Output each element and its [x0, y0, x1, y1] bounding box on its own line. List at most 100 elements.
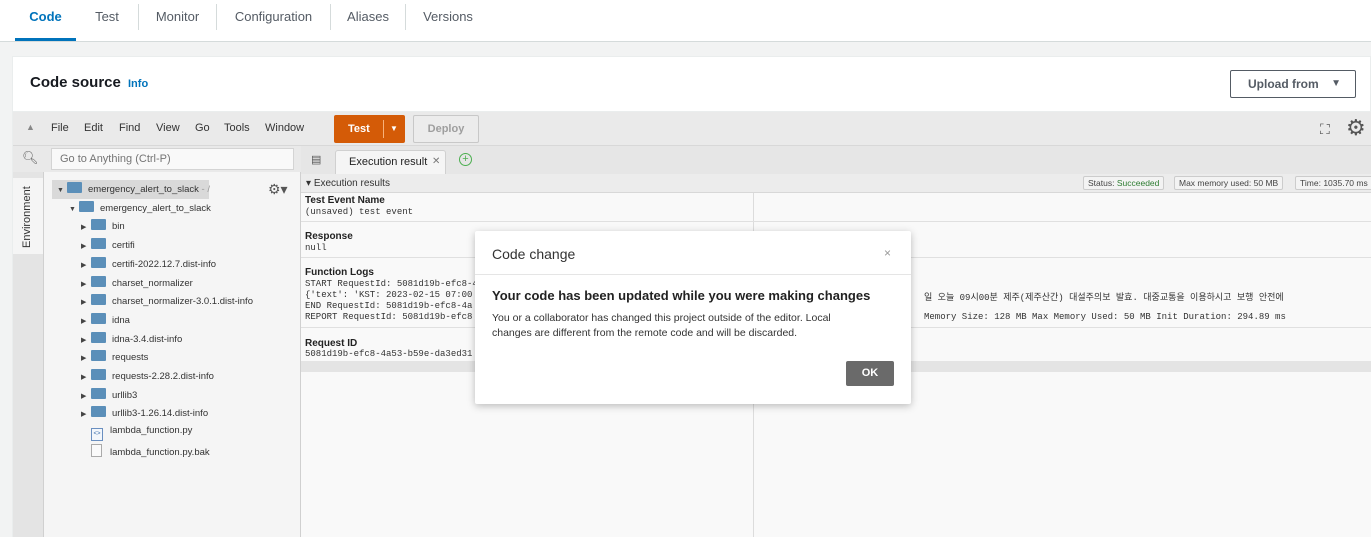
tree-collapsed-icon[interactable]: ▶: [81, 336, 91, 344]
info-link[interactable]: Info: [128, 78, 148, 90]
tree-item[interactable]: ▶ charset_normalizer-3.0.1.dist-info: [81, 294, 253, 312]
collapse-menu-icon[interactable]: ▲: [26, 122, 35, 132]
menu-find[interactable]: Find: [119, 122, 140, 134]
tree-collapsed-icon[interactable]: ▶: [81, 354, 91, 362]
menu-go[interactable]: Go: [195, 122, 210, 134]
status-label: Status:: [1088, 178, 1115, 188]
tab-monitor[interactable]: Monitor: [139, 0, 216, 41]
upload-from-label: Upload from: [1248, 77, 1319, 91]
tree-item-label: lambda_function.py.bak: [110, 446, 210, 458]
row-divider: [301, 221, 1371, 222]
log-end-line: END RequestId: 5081d19b-efc8-4a: [305, 301, 473, 311]
tree-item[interactable]: ▶ idna: [81, 312, 130, 331]
folder-icon: [67, 182, 82, 193]
tree-item-label: emergency_alert_to_slack: [88, 184, 199, 195]
folder-icon: [91, 350, 106, 362]
tree-item[interactable]: ▶ bin: [81, 219, 125, 237]
function-logs-label: Function Logs: [305, 267, 374, 278]
tree-item[interactable]: lambda_function.py.bak: [81, 443, 210, 462]
tree-item-label: certifi: [112, 240, 135, 252]
add-tab-icon[interactable]: +: [459, 153, 472, 166]
folder-icon: [91, 275, 106, 287]
code-source-header: Code source Info Upload from ▼: [13, 57, 1370, 112]
tab-versions[interactable]: Versions: [406, 0, 490, 41]
modal-header: Code change ×: [475, 231, 911, 275]
tree-item[interactable]: ▶ charset_normalizer: [81, 275, 193, 294]
tree-collapsed-icon[interactable]: ▶: [81, 280, 91, 288]
python-file-icon: <>: [91, 428, 103, 442]
response-label: Response: [305, 231, 353, 242]
tab-configuration[interactable]: Configuration: [217, 0, 330, 41]
test-dropdown-icon[interactable]: ▼: [390, 115, 398, 143]
tree-settings-gear-icon[interactable]: ⚙▾: [268, 181, 288, 198]
tree-item[interactable]: ▶ certifi: [81, 238, 135, 256]
tree-item[interactable]: ▼ emergency_alert_to_slack - /: [57, 182, 210, 200]
tree-collapsed-icon[interactable]: ▶: [81, 298, 91, 306]
tree-collapsed-icon[interactable]: ▶: [81, 261, 91, 269]
file-tree: ⚙▾ ▼ emergency_alert_to_slack - / ▼ emergen…: [44, 172, 301, 537]
execution-results-toggle[interactable]: ▾ Execution results: [306, 178, 390, 189]
tree-expanded-icon[interactable]: ▼: [69, 206, 79, 213]
execution-results-title: Execution results: [313, 178, 390, 189]
tree-collapsed-icon[interactable]: ▶: [81, 317, 91, 325]
tab-test[interactable]: Test: [76, 0, 138, 41]
tree-item-label: urllib3: [112, 389, 138, 401]
test-event-label: Test Event Name: [305, 195, 385, 206]
settings-gear-icon[interactable]: ⚙: [1346, 115, 1366, 141]
tree-item-label: urllib3-1.26.14.dist-info: [112, 408, 209, 420]
tree-item[interactable]: ▶ requests-2.28.2.dist-info: [81, 369, 214, 387]
tree-item-label: certifi-2022.12.7.dist-info: [112, 258, 217, 270]
menu-view[interactable]: View: [156, 122, 180, 134]
tab-list-icon[interactable]: ▤: [311, 153, 321, 166]
tree-collapsed-icon[interactable]: ▶: [81, 242, 91, 250]
request-id-value: 5081d19b-efc8-4a53-b59e-da3ed31: [305, 349, 473, 359]
tree-collapsed-icon[interactable]: ▶: [81, 410, 91, 418]
status-badge: Status: Succeeded: [1083, 176, 1165, 190]
folder-icon: [91, 238, 106, 250]
response-value: null: [305, 243, 327, 253]
close-tab-icon[interactable]: ✕: [432, 151, 440, 173]
ide-menubar: ▲ File Edit Find View Go Tools Window Te…: [13, 112, 1371, 146]
menu-window[interactable]: Window: [265, 122, 304, 134]
upload-from-button[interactable]: Upload from ▼: [1230, 70, 1356, 98]
goto-bar: 🔍︎: [13, 146, 301, 172]
log-start-line: START RequestId: 5081d19b-efc8-4: [305, 279, 478, 289]
test-button[interactable]: Test ▼: [334, 115, 405, 143]
tree-collapsed-icon[interactable]: ▶: [81, 392, 91, 400]
tab-aliases[interactable]: Aliases: [331, 0, 405, 41]
goto-anything-input[interactable]: [51, 148, 294, 170]
time-badge: Time: 1035.70 ms: [1295, 176, 1371, 190]
folder-icon: [91, 294, 106, 306]
folder-icon: [91, 406, 106, 418]
menu-edit[interactable]: Edit: [84, 122, 103, 134]
menu-tools[interactable]: Tools: [224, 122, 250, 134]
editor-tab-bar: ▤ Execution result ✕ +: [301, 146, 1371, 174]
tree-item[interactable]: ▶ urllib3: [81, 387, 138, 406]
time-label: Time:: [1300, 178, 1321, 188]
environment-tab[interactable]: Environment: [13, 178, 44, 254]
tree-item[interactable]: ▶ urllib3-1.26.14.dist-info: [81, 406, 208, 424]
tree-item[interactable]: <> lambda_function.py: [81, 425, 192, 443]
tree-item[interactable]: ▶ idna-3.4.dist-info: [81, 331, 182, 350]
deploy-button[interactable]: Deploy: [413, 115, 479, 143]
fullscreen-icon[interactable]: ⛶: [1320, 121, 1330, 138]
log-text-line-continued: 일 오늘 09시00분 제주(제주산간) 대설주의보 발효. 대중교통을 이용하…: [924, 293, 1284, 303]
tree-item-label: requests-2.28.2.dist-info: [112, 371, 214, 382]
tree-item-label: charset_normalizer-3.0.1.dist-info: [112, 296, 253, 308]
tree-item[interactable]: ▶ certifi-2022.12.7.dist-info: [81, 256, 217, 275]
tab-execution-result[interactable]: Execution result ✕: [335, 150, 446, 174]
code-change-modal: Code change × Your code has been updated…: [475, 231, 911, 404]
tree-expanded-icon[interactable]: ▼: [57, 187, 67, 194]
tab-code[interactable]: Code: [15, 0, 76, 41]
menu-file[interactable]: File: [51, 122, 69, 134]
folder-icon: [91, 387, 106, 399]
tree-collapsed-icon[interactable]: ▶: [81, 223, 91, 231]
environment-label: Environment: [21, 186, 33, 248]
folder-icon: [91, 312, 106, 324]
close-icon[interactable]: ×: [884, 246, 891, 260]
ok-button[interactable]: OK: [846, 361, 894, 386]
memory-badge: Max memory used: 50 MB: [1174, 176, 1284, 190]
tree-item[interactable]: ▶ requests: [81, 350, 148, 368]
tree-collapsed-icon[interactable]: ▶: [81, 373, 91, 381]
tree-item[interactable]: ▼ emergency_alert_to_slack: [69, 200, 211, 219]
